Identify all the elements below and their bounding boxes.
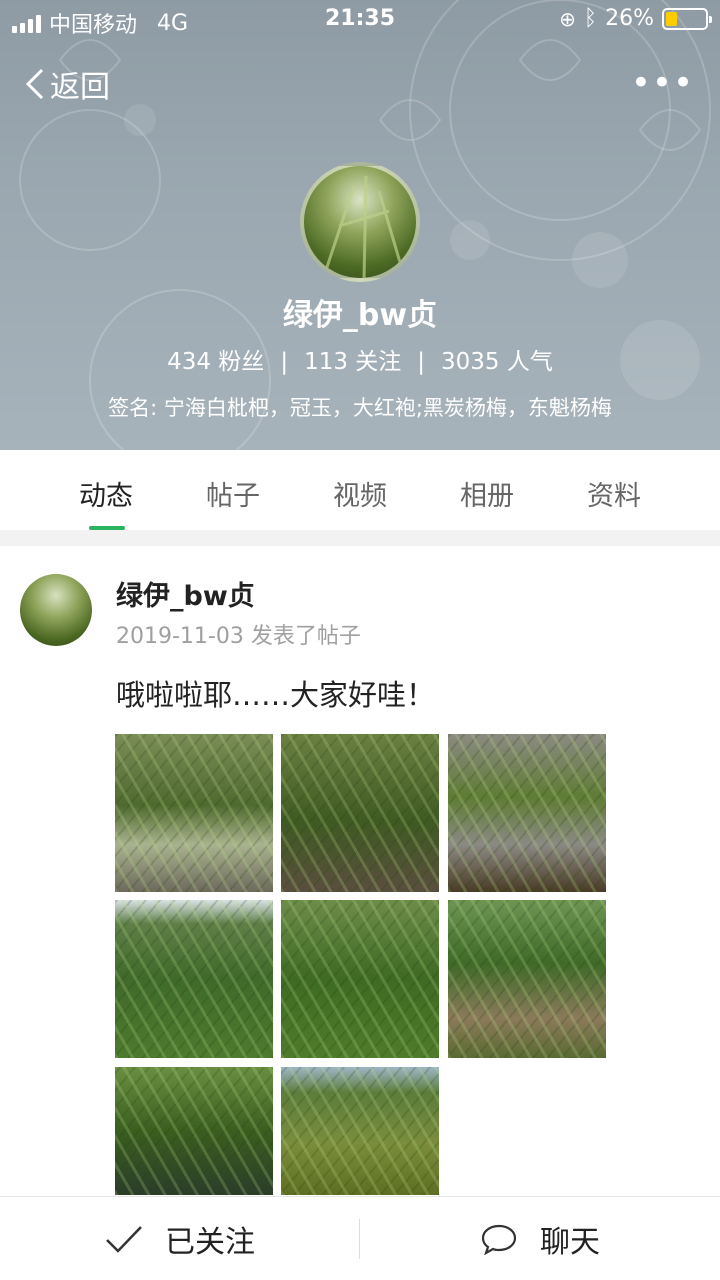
checkmark-icon	[106, 1226, 142, 1253]
stats-divider: |	[417, 349, 426, 375]
rotation-lock-icon: ⊕	[559, 6, 576, 31]
profile-stats: 434 粉丝 | 113 关注 | 3035 人气	[0, 342, 720, 376]
post-meta: 2019-11-03 发表了帖子	[116, 624, 361, 649]
nav-bar: 返回 •••	[0, 50, 720, 110]
post-image[interactable]	[448, 900, 606, 1058]
post-image[interactable]	[115, 900, 273, 1058]
bluetooth-icon: ᛒ	[583, 6, 598, 31]
post-image[interactable]	[281, 900, 439, 1058]
profile-avatar[interactable]	[300, 162, 420, 282]
post-image[interactable]	[281, 1067, 439, 1195]
section-divider	[0, 530, 720, 546]
tab-feed[interactable]: 动态	[43, 450, 170, 530]
back-label: 返回	[50, 70, 110, 105]
followed-button[interactable]: 已关注	[0, 1197, 360, 1280]
post-author-name[interactable]: 绿伊_bw贞	[116, 574, 255, 613]
chat-label: 聊天	[540, 1225, 600, 1260]
profile-signature: 签名: 宁海白枇杷，冠玉，大红袍;黑炭杨梅，东魁杨梅	[108, 396, 612, 420]
tab-videos[interactable]: 视频	[297, 450, 424, 530]
post-image[interactable]	[115, 734, 273, 892]
following-count[interactable]: 113 关注	[304, 349, 401, 375]
profile-tabs: 动态 帖子 视频 相册 资料	[0, 450, 720, 530]
tab-posts[interactable]: 帖子	[170, 450, 297, 530]
status-bar: 中国移动 4G 21:35 ⊕ ᛒ 26%	[0, 0, 720, 40]
post-image[interactable]	[448, 734, 606, 892]
profile-name: 绿伊_bw贞	[282, 298, 438, 333]
popularity-count: 3035 人气	[441, 349, 553, 375]
stats-divider: |	[280, 349, 289, 375]
battery-icon	[662, 7, 712, 30]
post-author-avatar[interactable]	[20, 574, 92, 646]
chat-bubble-icon	[481, 1224, 517, 1255]
chevron-left-icon	[25, 68, 44, 100]
more-icon[interactable]: •••	[631, 66, 694, 100]
post-text[interactable]: 哦啦啦耶……大家好哇！	[116, 672, 435, 714]
fans-count[interactable]: 434 粉丝	[167, 349, 264, 375]
battery-percent: 26%	[605, 6, 654, 31]
tab-albums[interactable]: 相册	[424, 450, 551, 530]
back-button[interactable]: 返回	[24, 62, 110, 106]
chat-button[interactable]: 聊天	[360, 1197, 720, 1280]
post-image[interactable]	[115, 1067, 273, 1195]
tab-profile-info[interactable]: 资料	[551, 450, 678, 530]
bottom-action-bar: 已关注 聊天	[0, 1196, 720, 1280]
followed-label: 已关注	[165, 1225, 255, 1260]
profile-banner: 中国移动 4G 21:35 ⊕ ᛒ 26% 返回 ••• 绿伊_bw贞 434 …	[0, 0, 720, 450]
post-image[interactable]	[281, 734, 439, 892]
